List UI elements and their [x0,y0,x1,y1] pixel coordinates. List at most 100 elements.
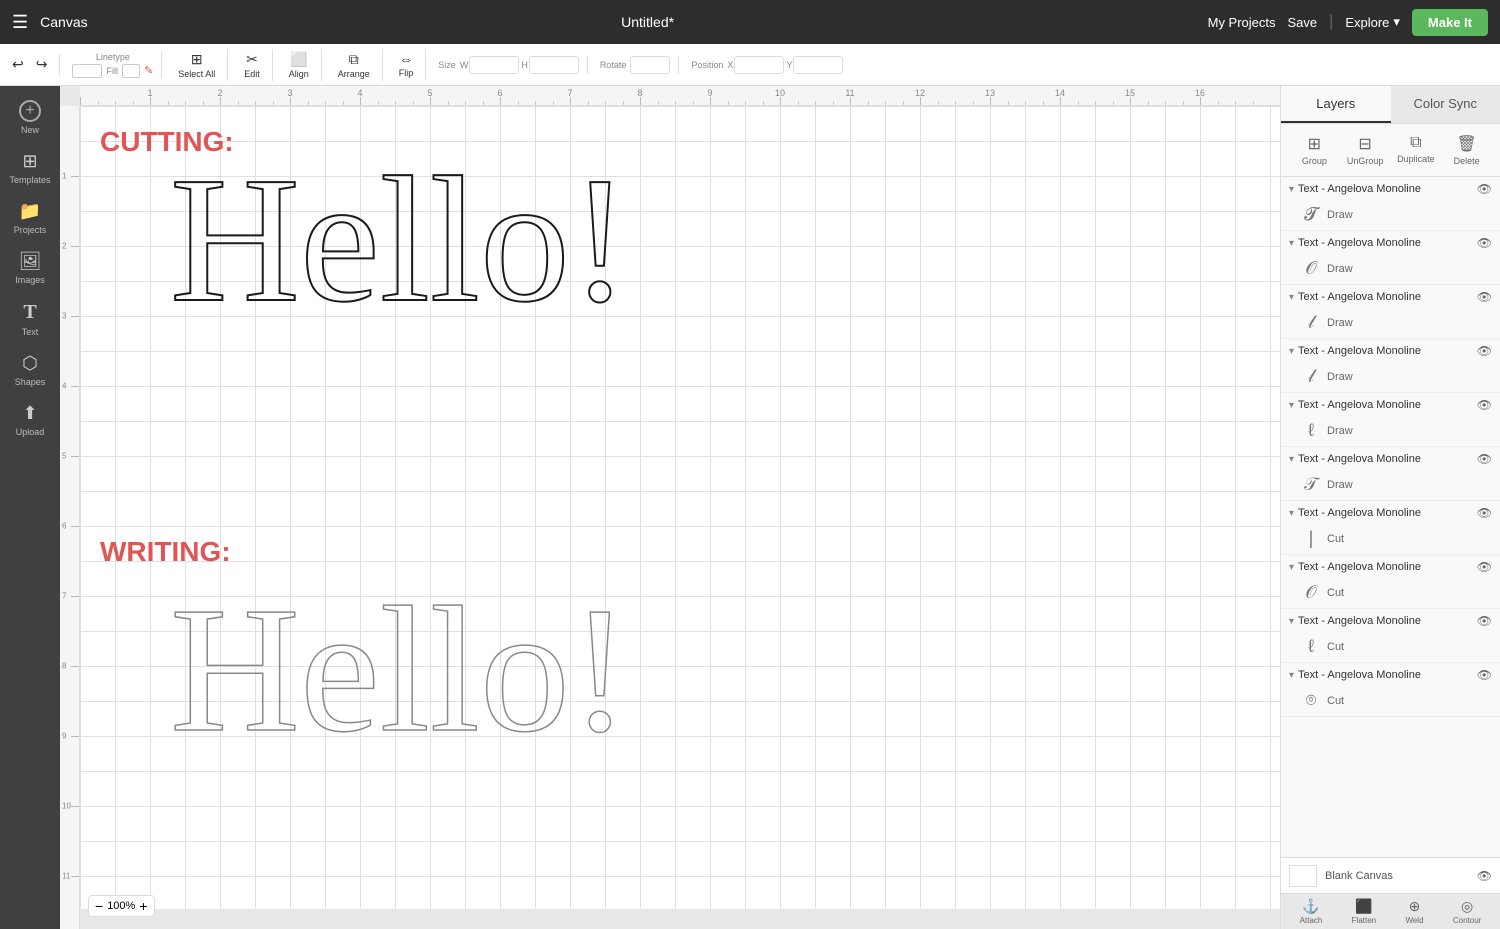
undo-button[interactable]: ↩ [8,54,28,75]
width-input[interactable] [469,56,519,74]
images-label: Images [15,275,45,285]
make-it-button[interactable]: Make It [1412,9,1488,36]
layer-visibility-icon[interactable]: 👁 [1477,182,1492,196]
weld-label: Weld [1405,916,1423,925]
projects-icon: 📁 [19,201,41,222]
hello-top-text: Hello! [170,136,630,343]
contour-icon: ◎ [1461,898,1473,915]
x-input[interactable] [734,56,784,74]
align-group: ⬜ Align [285,49,322,81]
layer-sub[interactable]: 𝓣 Draw [1281,201,1500,230]
layer-collapse-icon[interactable]: ▾ [1289,238,1294,249]
align-button[interactable]: ⬜ Align [285,49,313,81]
redo-button[interactable]: ↪ [32,54,52,75]
layer-sub[interactable]: ⌾ Cut [1281,687,1500,716]
blank-canvas-eye-icon[interactable]: 👁 [1477,869,1492,883]
layer-sub[interactable]: 𝓁 Draw [1281,363,1500,392]
layer-collapse-icon[interactable]: ▾ [1289,346,1294,357]
menu-icon[interactable]: ☰ [12,12,28,33]
fill-color-swatch[interactable]: ✎ [144,64,153,77]
layer-header[interactable]: ▾ Text - Angelova Monoline 👁 [1281,177,1500,201]
select-all-group: ⊞ Select All [174,49,228,81]
ungroup-button[interactable]: ⊟ UnGroup [1340,130,1391,170]
sidebar-item-projects[interactable]: 📁 Projects [4,195,56,241]
canvas-content[interactable]: CUTTING: Hello! WRITING: Hello! [80,106,1280,909]
layer-collapse-icon[interactable]: ▾ [1289,616,1294,627]
layer-sub-type-icon: 𝒪 [1301,582,1321,603]
layer-sub[interactable]: | Cut [1281,525,1500,554]
layer-item: ▾ Text - Angelova Monoline 👁 𝓣 Draw [1281,177,1500,231]
sidebar-item-new[interactable]: + New [4,94,56,141]
layer-sub[interactable]: 𝒪 Draw [1281,255,1500,284]
sidebar-item-text[interactable]: T Text [4,295,56,343]
layer-collapse-icon[interactable]: ▾ [1289,454,1294,465]
duplicate-button[interactable]: ⧉ Duplicate [1391,130,1442,170]
my-projects-link[interactable]: My Projects [1208,15,1276,30]
layer-header[interactable]: ▾ Text - Angelova Monoline 👁 [1281,609,1500,633]
sidebar-item-shapes[interactable]: ⬡ Shapes [4,347,56,393]
flip-icon: ⇔ [399,51,413,67]
y-input[interactable] [793,56,843,74]
canvas-area[interactable]: 12345678910111213141516 123456789101112 … [60,86,1280,929]
layer-sub[interactable]: ℓ Draw [1281,417,1500,446]
layer-sub[interactable]: ℓ Cut [1281,633,1500,662]
layer-header[interactable]: ▾ Text - Angelova Monoline 👁 [1281,555,1500,579]
layer-header[interactable]: ▾ Text - Angelova Monoline 👁 [1281,285,1500,309]
layer-header[interactable]: ▾ Text - Angelova Monoline 👁 [1281,501,1500,525]
height-input[interactable] [529,56,579,74]
flip-group: ⇔ Flip [395,49,427,80]
layer-visibility-icon[interactable]: 👁 [1477,290,1492,304]
layer-header[interactable]: ▾ Text - Angelova Monoline 👁 [1281,663,1500,687]
layer-visibility-icon[interactable]: 👁 [1477,344,1492,358]
arrange-button[interactable]: ⧉ Arrange [334,49,374,81]
attach-button[interactable]: ⚓ Attach [1296,896,1327,927]
flip-button[interactable]: ⇔ Flip [395,49,418,80]
zoom-level: 100% [107,900,135,912]
layer-visibility-icon[interactable]: 👁 [1477,452,1492,466]
layer-header[interactable]: ▾ Text - Angelova Monoline 👁 [1281,339,1500,363]
flatten-button[interactable]: ⬛ Flatten [1348,896,1380,927]
sidebar-item-templates[interactable]: ⊞ Templates [4,145,56,191]
layer-visibility-icon[interactable]: 👁 [1477,398,1492,412]
tab-layers[interactable]: Layers [1281,86,1391,123]
layer-sub[interactable]: 𝓁 Draw [1281,309,1500,338]
zoom-out-button[interactable]: − [95,898,103,914]
select-all-button[interactable]: ⊞ Select All [174,49,219,81]
layer-visibility-icon[interactable]: 👁 [1477,614,1492,628]
sidebar-item-images[interactable]: 🖼 Images [4,245,56,291]
undo-icon: ↩ [12,56,24,73]
contour-button[interactable]: ◎ Contour [1449,896,1485,927]
weld-button[interactable]: ⊕ Weld [1401,896,1427,927]
delete-button[interactable]: 🗑 Delete [1441,130,1492,170]
layer-collapse-icon[interactable]: ▾ [1289,292,1294,303]
layer-visibility-icon[interactable]: 👁 [1477,506,1492,520]
layer-visibility-icon[interactable]: 👁 [1477,560,1492,574]
layer-sub[interactable]: 𝒪 Cut [1281,579,1500,608]
layer-collapse-icon[interactable]: ▾ [1289,400,1294,411]
explore-chevron-icon: ▾ [1393,14,1400,30]
fill-selector[interactable] [122,64,140,78]
layer-header[interactable]: ▾ Text - Angelova Monoline 👁 [1281,393,1500,417]
sidebar-item-upload[interactable]: ⬆ Upload [4,397,56,443]
explore-button[interactable]: Explore ▾ [1345,14,1400,30]
linetype-selector[interactable] [72,64,102,78]
size-label: Size [438,60,456,70]
layer-collapse-icon[interactable]: ▾ [1289,562,1294,573]
layer-header[interactable]: ▾ Text - Angelova Monoline 👁 [1281,231,1500,255]
layer-collapse-icon[interactable]: ▾ [1289,184,1294,195]
layer-sub[interactable]: 𝒯 Draw [1281,471,1500,500]
group-button[interactable]: ⊞ Group [1289,130,1340,170]
layer-sub-label: Cut [1327,533,1344,545]
layer-visibility-icon[interactable]: 👁 [1477,236,1492,250]
rotate-input[interactable] [630,56,670,74]
edit-button[interactable]: ✂ Edit [240,49,264,81]
templates-icon: ⊞ [22,151,37,172]
layer-collapse-icon[interactable]: ▾ [1289,508,1294,519]
layer-visibility-icon[interactable]: 👁 [1477,668,1492,682]
zoom-in-button[interactable]: + [139,898,147,914]
tab-color-sync[interactable]: Color Sync [1391,86,1500,123]
layer-collapse-icon[interactable]: ▾ [1289,670,1294,681]
ungroup-icon: ⊟ [1358,134,1371,154]
save-button[interactable]: Save [1288,15,1318,30]
layer-header[interactable]: ▾ Text - Angelova Monoline 👁 [1281,447,1500,471]
